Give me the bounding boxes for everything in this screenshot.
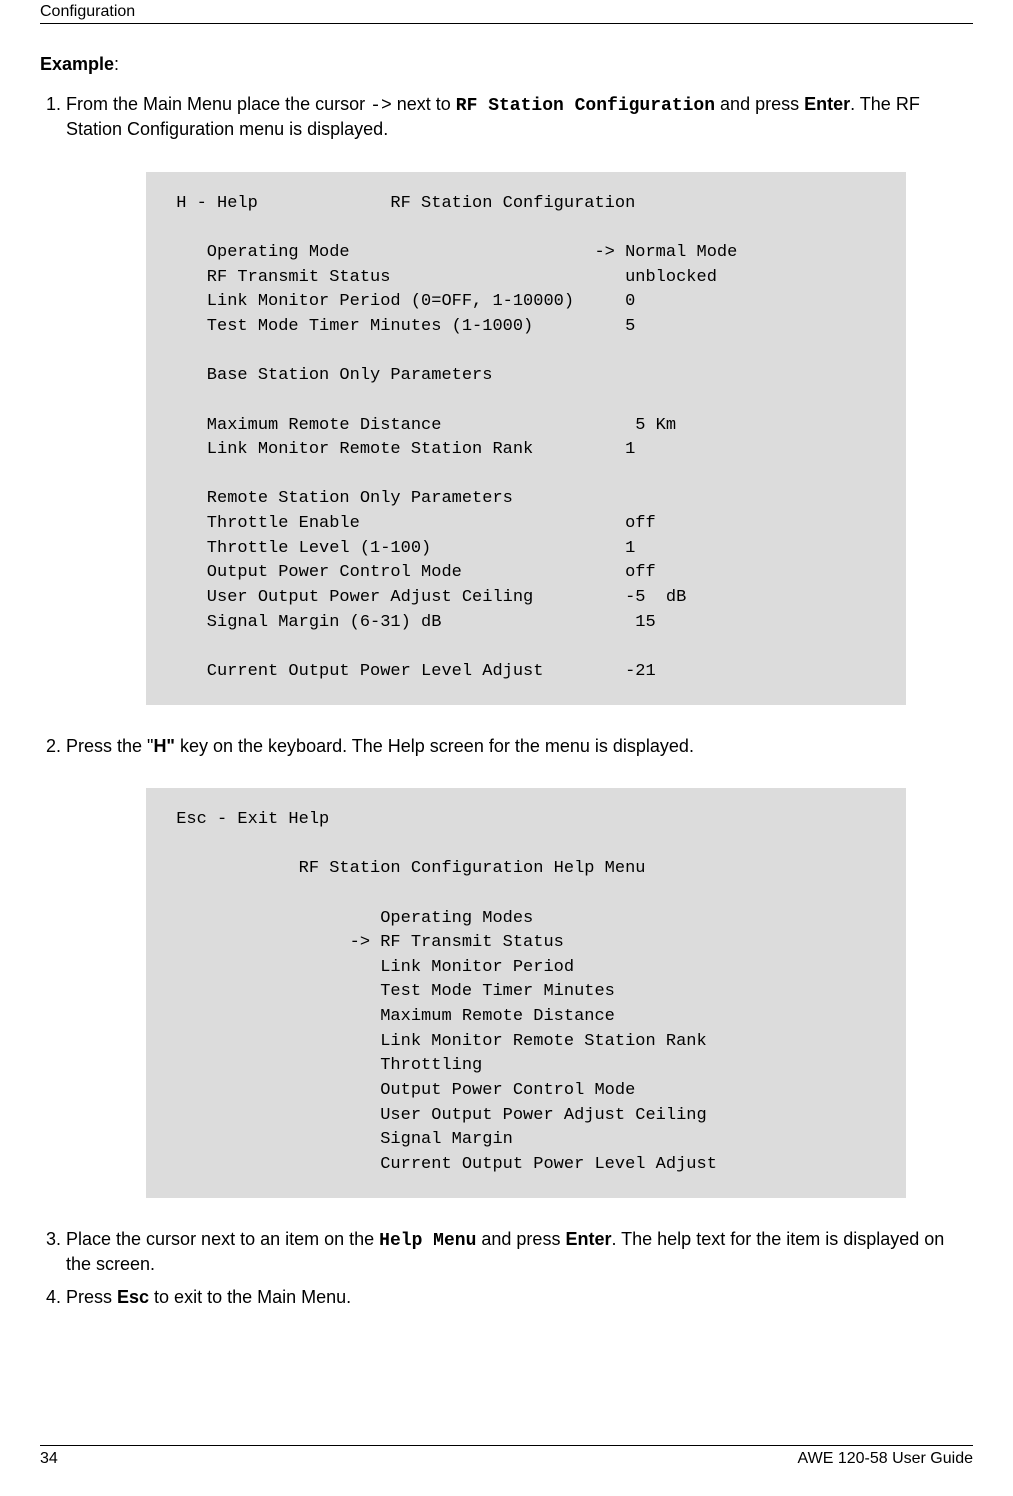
step3-bold: Enter (565, 1229, 611, 1249)
page-footer: 34 AWE 120-58 User Guide (40, 1445, 973, 1468)
step1-text-pre: From the Main Menu place the cursor (66, 94, 370, 114)
step1-bold: Enter (804, 94, 850, 114)
step4-bold: Esc (117, 1287, 149, 1307)
step3-code: Help Menu (379, 1231, 476, 1251)
step4-text-pre: Press (66, 1287, 117, 1307)
step3-text-mid: and press (476, 1229, 565, 1249)
page-number: 34 (40, 1450, 58, 1468)
example-label-line: Example: (40, 54, 973, 75)
step2-bold: H" (153, 736, 175, 756)
step1-text-mid: next to (392, 94, 456, 114)
step4-text-post: to exit to the Main Menu. (149, 1287, 351, 1307)
step1-text-mid2: and press (715, 94, 804, 114)
example-label: Example (40, 54, 114, 74)
step1-arrow: -> (370, 96, 392, 116)
step3-text-pre: Place the cursor next to an item on the (66, 1229, 379, 1249)
code-block-1: H - Help RF Station Configuration Operat… (146, 172, 906, 705)
page-header: Configuration (40, 0, 973, 24)
guide-name: AWE 120-58 User Guide (798, 1450, 973, 1468)
step2-text-pre: Press the " (66, 736, 153, 756)
step-1: From the Main Menu place the cursor -> n… (66, 93, 973, 705)
step1-code: RF Station Configuration (456, 96, 715, 116)
step-3: Place the cursor next to an item on the … (66, 1228, 973, 1277)
header-text: Configuration (40, 3, 135, 20)
code-block-2: Esc - Exit Help RF Station Configuration… (146, 788, 906, 1198)
step-4: Press Esc to exit to the Main Menu. (66, 1286, 973, 1309)
step2-text-post: key on the keyboard. The Help screen for… (175, 736, 694, 756)
step-2: Press the "H" key on the keyboard. The H… (66, 735, 973, 1198)
